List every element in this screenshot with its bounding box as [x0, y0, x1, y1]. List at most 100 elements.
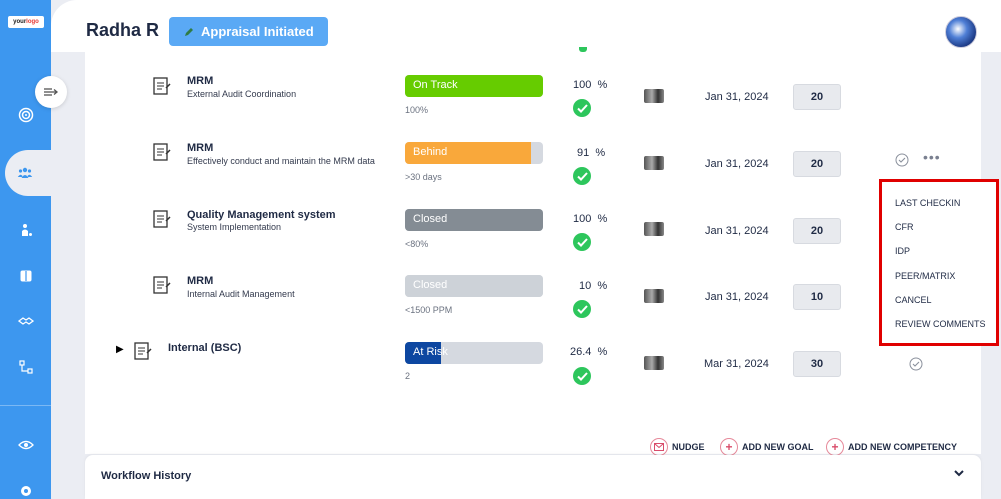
- goal-group-row[interactable]: ▶ Internal (BSC) At Risk 2 26.4 % Mar 31…: [85, 340, 981, 406]
- goal-subtitle: Effectively conduct and maintain the MRM…: [187, 156, 375, 166]
- progress-percent: 100 %: [573, 213, 608, 225]
- sidebar-item-team[interactable]: [5, 150, 51, 196]
- page-title: Radha R: [86, 20, 160, 40]
- add-new-competency-label: ADD NEW COMPETENCY: [848, 442, 958, 452]
- workflow-history-panel[interactable]: Workflow History: [85, 455, 981, 499]
- goal-status-bar: Behind: [405, 142, 543, 164]
- check-circle-icon: [573, 99, 591, 117]
- goal-row[interactable]: MRM Effectively conduct and maintain the…: [85, 139, 981, 205]
- scroll-fragment: [579, 47, 587, 52]
- owner-avatar: [644, 289, 664, 303]
- check-outline-icon[interactable]: [909, 357, 923, 371]
- menu-item-review-comments[interactable]: REVIEW COMMENTS: [895, 319, 986, 329]
- goal-status-bar: Closed: [405, 209, 543, 231]
- status-note: 100%: [405, 105, 429, 115]
- row-context-menu: LAST CHECKIN CFR IDP PEER/MATRIX CANCEL …: [879, 179, 999, 346]
- goals-card: MRM External Audit Coordination On Track…: [85, 47, 981, 457]
- goal-row[interactable]: MRM Internal Audit Management Closed <15…: [85, 273, 981, 339]
- progress-percent: 91 %: [577, 147, 606, 159]
- settings-gear-icon[interactable]: [0, 476, 51, 499]
- add-new-competency-button[interactable]: + ADD NEW COMPETENCY: [826, 437, 957, 457]
- sidebar: yourlogo: [0, 0, 51, 499]
- status-note: 2: [405, 371, 411, 381]
- company-logo: yourlogo: [8, 16, 44, 28]
- status-bar-label: At Risk: [413, 346, 448, 358]
- checklist-document-icon: [153, 210, 171, 228]
- plus-icon: +: [720, 438, 738, 456]
- appraisal-status-button[interactable]: Appraisal Initiated: [169, 17, 328, 46]
- goal-score-box[interactable]: 20: [793, 218, 841, 244]
- plus-icon: +: [826, 438, 844, 456]
- status-bar-label: Closed: [413, 213, 448, 225]
- main-content: Radha R Appraisal Initiated MRM External…: [51, 0, 1001, 499]
- mail-icon: [650, 438, 668, 456]
- check-circle-icon: [573, 167, 591, 185]
- checklist-document-icon: [134, 342, 152, 360]
- status-note: <1500 PPM: [405, 305, 453, 315]
- progress-percent: 100 %: [573, 79, 608, 91]
- goal-title: Internal (BSC): [168, 342, 242, 354]
- eye-icon[interactable]: [0, 430, 51, 460]
- status-bar-label: On Track: [413, 79, 458, 91]
- goal-status-bar: At Risk: [405, 342, 543, 364]
- status-note: <80%: [405, 239, 429, 249]
- sidebar-divider: [0, 405, 51, 406]
- more-options-icon[interactable]: •••: [923, 149, 941, 165]
- person-tree-icon[interactable]: [0, 215, 51, 245]
- sidebar-collapse-button[interactable]: [35, 76, 67, 108]
- check-outline-icon[interactable]: [895, 153, 909, 167]
- goal-score-box[interactable]: 20: [793, 151, 841, 177]
- expand-arrow-icon[interactable]: ▶: [116, 344, 124, 355]
- book-icon[interactable]: [0, 261, 51, 291]
- goal-score-box[interactable]: 20: [793, 84, 841, 110]
- status-bar-label: Behind: [413, 146, 448, 158]
- chevron-down-icon[interactable]: [953, 468, 965, 478]
- check-circle-icon: [573, 367, 591, 385]
- owner-avatar: [644, 356, 664, 370]
- status-bar-label: Closed: [413, 279, 448, 291]
- appraisal-status-label: Appraisal Initiated: [201, 24, 314, 39]
- goal-title: MRM: [187, 275, 214, 287]
- add-new-goal-label: ADD NEW GOAL: [742, 442, 814, 452]
- handshake-icon[interactable]: [0, 306, 51, 336]
- checklist-document-icon: [153, 77, 171, 95]
- hierarchy-icon[interactable]: [0, 352, 51, 382]
- menu-item-last-checkin[interactable]: LAST CHECKIN: [895, 198, 960, 208]
- progress-percent: 10 %: [579, 280, 608, 292]
- menu-item-cfr[interactable]: CFR: [895, 222, 914, 232]
- goal-due-date: Jan 31, 2024: [705, 91, 769, 103]
- workflow-history-title: Workflow History: [101, 470, 192, 482]
- owner-avatar: [644, 156, 664, 170]
- goal-due-date: Jan 31, 2024: [705, 158, 769, 170]
- goal-row[interactable]: Quality Management system System Impleme…: [85, 206, 981, 272]
- goal-due-date: Jan 31, 2024: [705, 225, 769, 237]
- owner-avatar: [644, 89, 664, 103]
- add-new-goal-button[interactable]: + ADD NEW GOAL: [720, 437, 814, 457]
- page-header: Radha R Appraisal Initiated: [51, 0, 1001, 52]
- pencil-icon: [185, 27, 193, 36]
- goal-due-date: Jan 31, 2024: [705, 291, 769, 303]
- nudge-button[interactable]: NUDGE: [650, 437, 705, 457]
- menu-item-idp[interactable]: IDP: [895, 246, 910, 256]
- user-avatar[interactable]: [945, 16, 977, 48]
- goal-title: MRM: [187, 142, 214, 154]
- goal-score-box[interactable]: 30: [793, 351, 841, 377]
- goal-due-date: Mar 31, 2024: [704, 358, 769, 370]
- status-note: >30 days: [405, 172, 442, 182]
- owner-avatar: [644, 222, 664, 236]
- team-icon: [5, 158, 45, 188]
- goal-subtitle: External Audit Coordination: [187, 89, 297, 99]
- goal-score-box[interactable]: 10: [793, 284, 841, 310]
- goal-row[interactable]: MRM External Audit Coordination On Track…: [85, 72, 981, 138]
- collapse-arrow-icon: [44, 88, 59, 96]
- goal-status-bar: On Track: [405, 75, 543, 97]
- goal-subtitle: Internal Audit Management: [187, 289, 295, 299]
- goal-title: MRM: [187, 75, 214, 87]
- nudge-label: NUDGE: [672, 442, 705, 452]
- menu-item-peer-matrix[interactable]: PEER/MATRIX: [895, 271, 955, 281]
- progress-percent: 26.4 %: [570, 346, 608, 358]
- checklist-document-icon: [153, 143, 171, 161]
- check-circle-icon: [573, 233, 591, 251]
- goal-subtitle: System Implementation: [187, 222, 282, 232]
- menu-item-cancel[interactable]: CANCEL: [895, 295, 932, 305]
